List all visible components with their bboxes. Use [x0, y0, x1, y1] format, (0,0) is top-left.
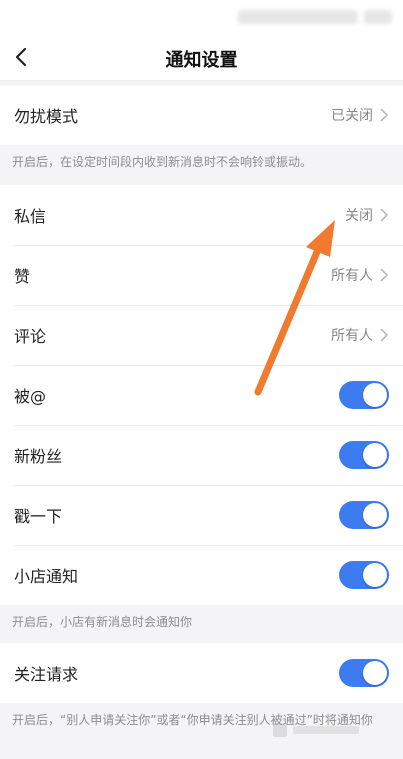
chevron-right-icon — [380, 328, 389, 342]
shop-hint: 开启后，小店有新消息时会通知你 — [0, 605, 403, 643]
new-followers-row: 新粉丝 — [0, 425, 403, 485]
mentions-label: 被@ — [14, 387, 47, 406]
chevron-right-icon — [380, 208, 389, 222]
comments-label: 评论 — [14, 327, 47, 346]
private-message-value: 关闭 — [345, 208, 373, 224]
new-followers-label: 新粉丝 — [14, 447, 63, 466]
status-bar — [0, 0, 403, 34]
poke-row: 戳一下 — [0, 485, 403, 545]
likes-row[interactable]: 赞 所有人 — [0, 245, 403, 305]
new-followers-toggle[interactable] — [339, 441, 389, 469]
private-message-label: 私信 — [14, 207, 47, 226]
mentions-toggle[interactable] — [339, 381, 389, 409]
page-title: 通知设置 — [165, 50, 238, 71]
watermark-logo — [273, 723, 359, 737]
poke-toggle[interactable] — [339, 501, 389, 529]
likes-label: 赞 — [14, 267, 31, 286]
mentions-row: 被@ — [0, 365, 403, 425]
nav-bar: 通知设置 — [0, 34, 403, 81]
dnd-row[interactable]: 勿扰模式 已关闭 — [0, 85, 403, 145]
likes-value: 所有人 — [331, 268, 373, 284]
shop-notification-row: 小店通知 — [0, 545, 403, 605]
dnd-label: 勿扰模式 — [14, 107, 79, 126]
follow-request-label: 关注请求 — [14, 665, 79, 684]
shop-notification-toggle[interactable] — [339, 561, 389, 589]
follow-request-row: 关注请求 — [0, 643, 403, 703]
shop-notification-label: 小店通知 — [14, 567, 79, 586]
chevron-right-icon — [380, 268, 389, 282]
dnd-hint: 开启后，在设定时间段内收到新消息时不会响铃或振动。 — [0, 145, 403, 185]
blurred-battery — [364, 10, 392, 24]
poke-label: 戳一下 — [14, 507, 63, 526]
chevron-right-icon — [380, 108, 389, 122]
blurred-status-info — [238, 10, 358, 24]
private-message-row[interactable]: 私信 关闭 — [0, 185, 403, 245]
comments-value: 所有人 — [331, 328, 373, 344]
follow-request-toggle[interactable] — [339, 659, 389, 687]
comments-row[interactable]: 评论 所有人 — [0, 305, 403, 365]
dnd-value: 已关闭 — [331, 108, 373, 124]
